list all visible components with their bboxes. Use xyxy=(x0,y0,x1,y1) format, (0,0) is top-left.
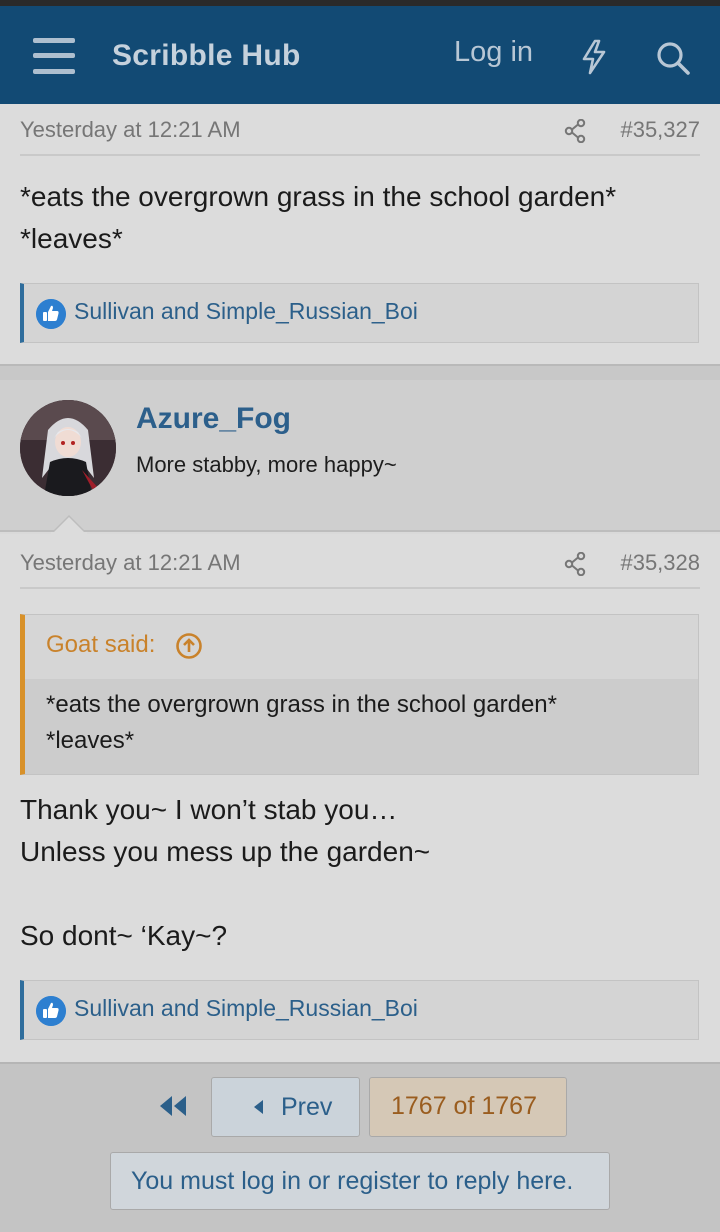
quote-content: *eats the overgrown grass in the school … xyxy=(46,687,557,759)
page-footer: Prev 1767 of 1767 You must log in or reg… xyxy=(0,1062,720,1232)
user-arrow xyxy=(51,514,87,534)
user-title: More stabby, more happy~ xyxy=(136,452,397,477)
post-35327: Yesterday at 12:21 AM #35,327 *eats the … xyxy=(0,104,720,364)
site-header: Scribble Hub Log in xyxy=(0,6,720,104)
message-user-info: Azure_Fog More stabby, more happy~ xyxy=(0,380,720,532)
site-logo[interactable]: Scribble Hub xyxy=(112,39,301,73)
message-line: *leaves* xyxy=(20,223,123,254)
reactions-text[interactable]: Sullivan and Simple_Russian_Boi xyxy=(74,995,418,1022)
share-icon[interactable] xyxy=(564,552,586,576)
post-number[interactable]: #35,327 xyxy=(620,117,700,143)
quote-header[interactable]: Goat said: xyxy=(25,615,698,679)
message-line: *eats the overgrown grass in the school … xyxy=(20,181,617,212)
login-to-reply-button[interactable]: You must log in or register to reply her… xyxy=(110,1152,610,1210)
message-line: So dont~ ‘Kay~? xyxy=(20,920,228,951)
search-icon[interactable] xyxy=(655,40,691,76)
like-icon xyxy=(36,299,66,329)
reactions-text[interactable]: Sullivan and Simple_Russian_Boi xyxy=(74,298,418,325)
quote-author[interactable]: Goat said: xyxy=(46,631,155,659)
reactions-bar[interactable]: Sullivan and Simple_Russian_Boi xyxy=(20,980,699,1040)
post-number[interactable]: #35,328 xyxy=(620,550,700,576)
prev-label: Prev xyxy=(281,1093,333,1121)
quote-arrow-icon[interactable] xyxy=(175,632,203,660)
first-page-icon[interactable] xyxy=(158,1094,190,1118)
message-line: Unless you mess up the garden~ xyxy=(20,836,431,867)
message-line: Thank you~ I won’t stab you… xyxy=(20,794,398,825)
prev-arrow-icon xyxy=(254,1100,263,1114)
menu-icon[interactable] xyxy=(33,36,77,76)
reactions-bar[interactable]: Sullivan and Simple_Russian_Boi xyxy=(20,283,699,343)
post-date[interactable]: Yesterday at 12:21 AM xyxy=(20,550,241,576)
message-line xyxy=(20,873,430,915)
message-body: Thank you~ I won’t stab you… Unless you … xyxy=(20,789,430,957)
post-meta: Yesterday at 12:21 AM #35,328 xyxy=(20,547,700,589)
message-body: *eats the overgrown grass in the school … xyxy=(20,176,616,260)
quote-line: *leaves* xyxy=(46,727,135,754)
login-link[interactable]: Log in xyxy=(454,36,533,69)
reply-notice: You must log in or register to reply her… xyxy=(131,1167,574,1195)
like-icon xyxy=(36,996,66,1026)
avatar[interactable] xyxy=(20,400,116,496)
prev-button[interactable]: Prev xyxy=(211,1077,360,1137)
post-separator xyxy=(0,364,720,380)
username[interactable]: Azure_Fog xyxy=(136,402,291,436)
bolt-icon[interactable] xyxy=(580,39,608,75)
quote-block: Goat said: *eats the overgrown grass in … xyxy=(20,614,699,775)
page-label: 1767 of 1767 xyxy=(391,1092,537,1120)
quote-line: *eats the overgrown grass in the school … xyxy=(46,691,557,718)
post-date[interactable]: Yesterday at 12:21 AM xyxy=(20,117,241,143)
post-meta: Yesterday at 12:21 AM #35,327 xyxy=(20,114,700,156)
page-indicator[interactable]: 1767 of 1767 xyxy=(369,1077,567,1137)
share-icon[interactable] xyxy=(564,119,586,143)
